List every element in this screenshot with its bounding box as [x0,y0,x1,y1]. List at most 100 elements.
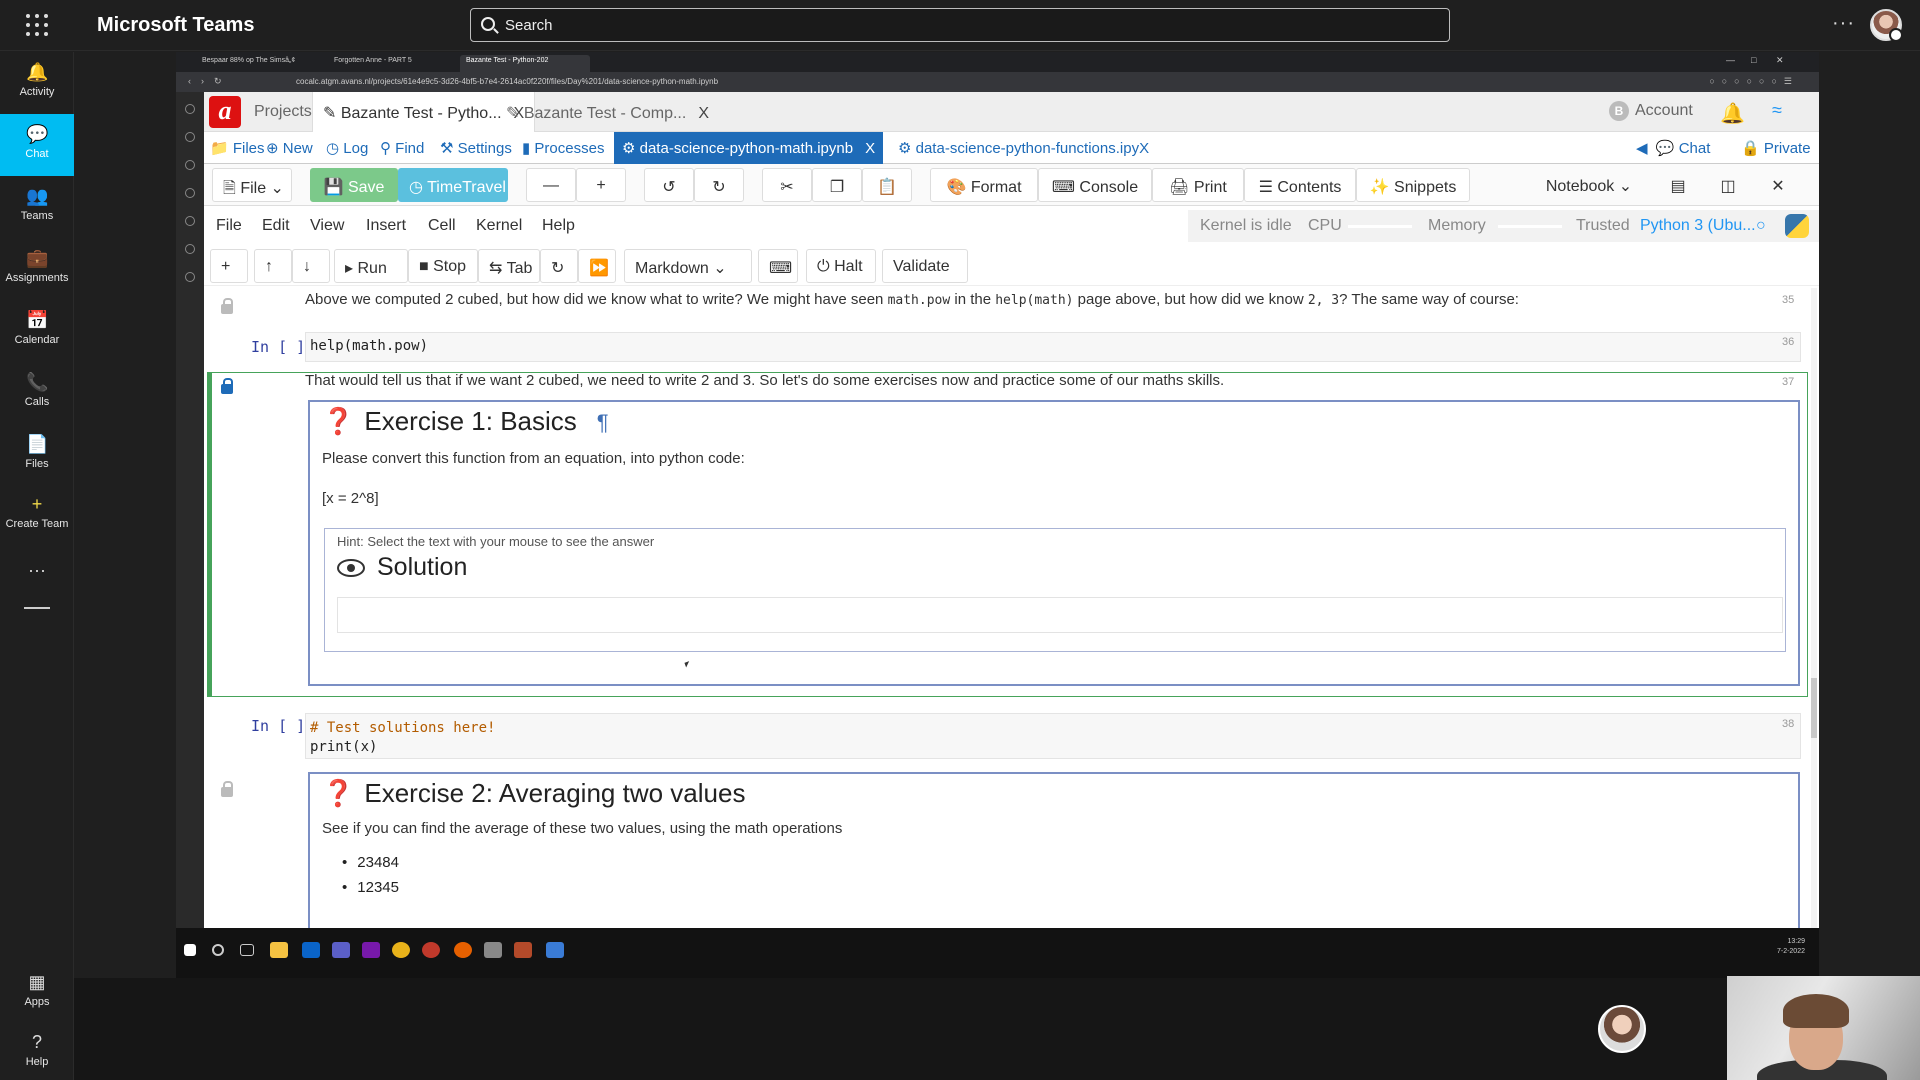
snippets-button[interactable]: ✨ Snippets [1356,168,1470,202]
settings-button[interactable]: ⚒ Settings [440,139,512,157]
chat-button[interactable]: ◀ 💬 Chat [1636,139,1710,157]
run-button[interactable]: ▸ Run [334,249,408,283]
sidebar-icon[interactable] [185,132,195,142]
contents-button[interactable]: ☰ Contents [1244,168,1356,202]
connection-wifi-icon[interactable]: ≈ [1772,100,1782,121]
chrome-icon[interactable] [392,942,410,958]
insert-cell-button[interactable]: + [210,249,248,283]
cell-type-dropdown[interactable]: Markdown ⌄ [624,249,752,283]
rail-item-more[interactable]: ··· [0,550,74,580]
move-up-button[interactable]: ↑ [254,249,292,283]
markdown-cell-35[interactable]: Above we computed 2 cubed, but how did w… [305,291,1519,308]
search-icon[interactable] [212,944,224,956]
menu-kernel[interactable]: Kernel [476,217,522,235]
paste-button[interactable]: 📋 [862,168,912,202]
participant-avatar[interactable] [1598,1005,1646,1053]
menu-help[interactable]: Help [542,217,575,235]
close-tab-icon[interactable]: X [698,105,709,122]
stop-button[interactable]: ■ Stop [408,249,478,283]
rail-item-create-team[interactable]: + Create Team [0,484,74,546]
rail-item-teams[interactable]: 👥 Teams [0,176,74,238]
project-tab[interactable]: ✎ Bazante Test - Comp... X [496,92,719,132]
browser-nav-icons[interactable]: ‹›↻ [188,76,232,87]
task-view-icon[interactable] [240,944,254,956]
log-button[interactable]: ◷ Log [326,139,368,157]
hidden-solution-area[interactable] [337,597,1783,633]
format-button[interactable]: 🎨 Format [930,168,1038,202]
split-horizontal-icon[interactable]: ▤ [1656,168,1700,202]
close-tab-icon[interactable]: X [865,140,875,157]
menu-file[interactable]: File [216,217,242,235]
browser-extension-icons[interactable]: ○○○○○○☰ [1709,76,1799,87]
self-video-tile[interactable] [1727,976,1920,1080]
maximize-icon[interactable]: □ [1751,55,1756,65]
browser-tab-active[interactable]: Bazante Test - Python-202 [460,55,590,72]
onenote-icon[interactable] [362,942,380,958]
more-options-button[interactable]: ··· [1832,12,1855,35]
sidebar-icon[interactable] [185,188,195,198]
account-button[interactable]: B Account [1609,101,1693,121]
browser-tab[interactable]: Bespaar 88% op The Simsâ„¢ [196,55,326,72]
files-button[interactable]: 📁 Files [210,139,265,157]
kernel-name[interactable]: Python 3 (Ubu... [1640,217,1756,235]
minimize-icon[interactable]: — [1726,55,1735,65]
teams-icon[interactable] [332,942,350,958]
close-frame-icon[interactable]: ✕ [1756,168,1800,202]
trusted-label[interactable]: Trusted [1576,217,1630,235]
profile-avatar[interactable] [1870,9,1903,42]
cocalc-logo[interactable]: a [209,96,241,128]
start-icon[interactable] [184,944,196,956]
split-vertical-icon[interactable]: ◫ [1706,168,1750,202]
sidebar-icon[interactable] [185,104,195,114]
code-cell-36[interactable]: help(math.pow) [305,332,1801,362]
app-launcher-icon[interactable] [26,14,48,36]
rail-item-calls[interactable]: 📞 Calls [0,362,74,424]
menu-edit[interactable]: Edit [262,217,290,235]
close-icon[interactable]: ✕ [1776,55,1784,66]
notifications-bell-icon[interactable]: 🔔 [1720,101,1745,126]
menu-cell[interactable]: Cell [428,217,456,235]
cut-button[interactable]: ✂ [762,168,812,202]
copy-button[interactable]: ❐ [812,168,862,202]
outlook-icon[interactable] [302,942,320,958]
browser-tab[interactable]: Forgotten Anne - PART 5 [328,55,458,72]
processes-button[interactable]: ▮ Processes [522,139,604,157]
sidebar-icon[interactable] [185,272,195,282]
notebook-view-dropdown[interactable]: Notebook ⌄ [1534,168,1644,202]
rail-item-calendar[interactable]: 📅 Calendar [0,300,74,362]
projects-tab[interactable]: Projects [244,92,322,132]
menu-insert[interactable]: Insert [366,217,406,235]
rail-item-chat[interactable]: 💬 Chat [0,114,74,176]
rail-item-help[interactable]: ? Help [0,1022,74,1080]
zoom-in-button[interactable]: + [576,168,626,202]
sidebar-icon[interactable] [185,160,195,170]
rail-item-files[interactable]: 📄 Files [0,424,74,486]
restart-button[interactable]: ↻ [540,249,578,283]
app-icon[interactable] [484,942,502,958]
search-input[interactable]: Search [470,8,1450,42]
rail-item-apps[interactable]: ▦ Apps [0,962,74,1024]
rail-item-assignments[interactable]: 💼 Assignments [0,238,74,300]
lock-icon[interactable] [221,781,233,797]
print-button[interactable]: 🖨 Print [1152,168,1244,202]
explorer-icon[interactable] [270,942,288,958]
taskbar-clock[interactable]: 13:29 7-2-2022 [1777,937,1805,957]
sidebar-icon[interactable] [185,244,195,254]
halt-button[interactable]: ⏻ Halt [806,249,876,283]
private-button[interactable]: 🔒 Private [1741,139,1811,157]
tab-button[interactable]: ⇆ Tab [478,249,540,283]
move-down-button[interactable]: ↓ [292,249,330,283]
scrollbar-thumb[interactable] [1811,678,1817,738]
firefox-icon[interactable] [454,942,472,958]
timetravel-button[interactable]: ◷ TimeTravel [398,168,508,202]
sidebar-icon[interactable] [185,216,195,226]
notebook-scrollbar[interactable] [1811,288,1817,928]
keyboard-icon[interactable]: ⌨ [758,249,798,283]
file-tab[interactable]: ⚙ data-science-python-functions.ipyX [898,139,1149,157]
lock-icon[interactable] [221,378,233,394]
fast-forward-button[interactable]: ⏩ [578,249,616,283]
anchor-link-icon[interactable]: ¶ [597,410,609,435]
console-button[interactable]: ⌨ Console [1038,168,1152,202]
undo-button[interactable]: ↺ [644,168,694,202]
rail-item-activity[interactable]: 🔔 Activity [0,52,74,114]
